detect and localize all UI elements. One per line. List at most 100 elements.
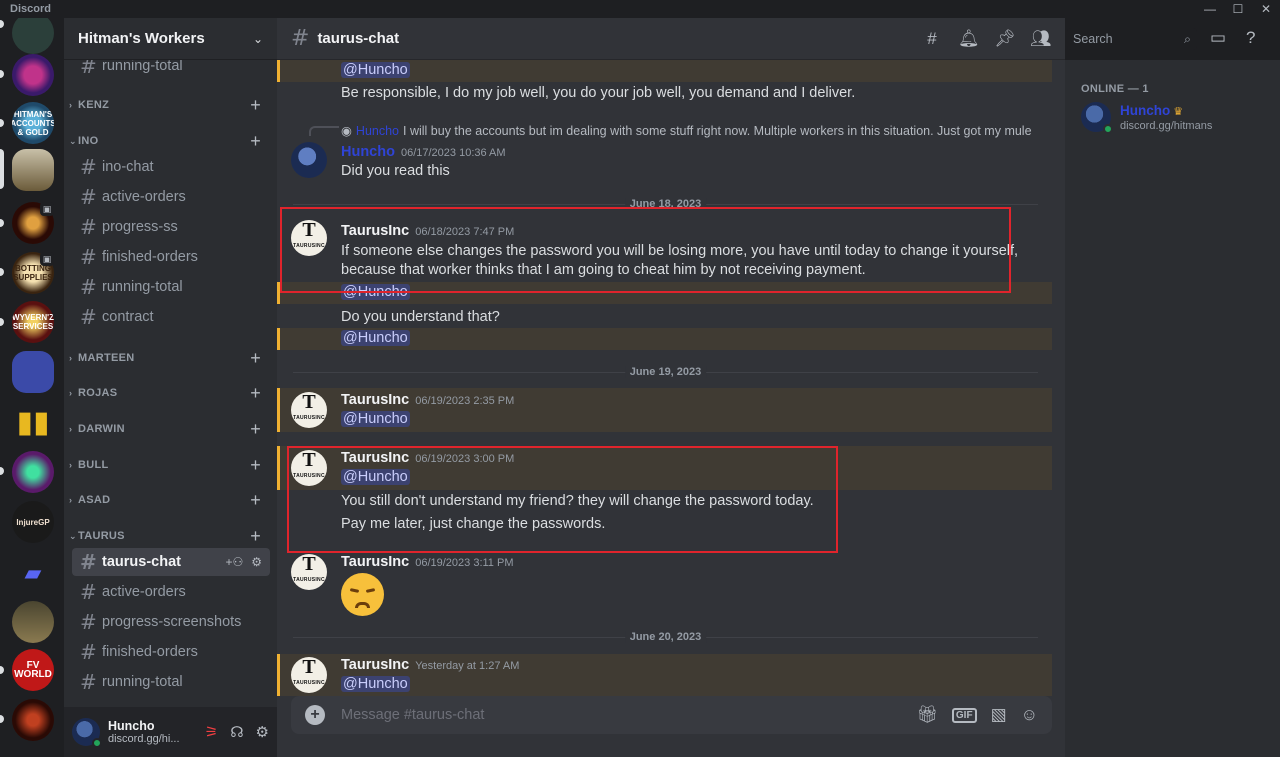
- channel-item[interactable]: # progress-ss: [72, 213, 270, 241]
- folder-icon[interactable]: ▰: [12, 551, 54, 593]
- unread-pill: [0, 20, 4, 28]
- unread-pill: [0, 219, 4, 227]
- server-icon-fv-world[interactable]: FV WORLD: [12, 649, 54, 691]
- avatar[interactable]: T TAURUSINC: [291, 554, 327, 590]
- help-icon[interactable]: ?: [1246, 28, 1255, 48]
- category-taurus[interactable]: ⌄ TAURUS +: [64, 526, 277, 546]
- server-icon-wyvernz[interactable]: WYVERN'Z SERVICES: [12, 301, 54, 343]
- pin-icon[interactable]: 📌︎: [994, 29, 1016, 49]
- add-channel-icon[interactable]: +: [250, 95, 261, 116]
- minimize-button[interactable]: —: [1196, 2, 1224, 16]
- gift-icon[interactable]: 🎁︎: [916, 705, 938, 725]
- message-author[interactable]: TaurusInc 06/19/2023 2:35 PM: [341, 392, 514, 408]
- user-mention[interactable]: @Huncho: [341, 330, 410, 346]
- message-input[interactable]: Message #taurus-chat: [341, 707, 902, 723]
- author-name: Huncho: [341, 144, 395, 160]
- category-asad[interactable]: › ASAD +: [64, 490, 277, 510]
- avatar[interactable]: T TAURUSINC: [291, 657, 327, 693]
- inbox-icon[interactable]: ▭: [1210, 28, 1226, 48]
- avatar: ◉: [341, 124, 352, 138]
- server-icon[interactable]: [12, 699, 54, 741]
- add-channel-icon[interactable]: +: [250, 419, 261, 440]
- emoji-icon[interactable]: ☺: [1021, 705, 1038, 725]
- user-panel: Huncho discord.gg/hi... ⚞ ☊ ⚙: [64, 707, 277, 757]
- member-name: Huncho: [1120, 103, 1171, 118]
- gear-icon[interactable]: ⚙: [256, 723, 269, 741]
- maximize-button[interactable]: ☐: [1224, 2, 1252, 16]
- server-icon[interactable]: [12, 54, 54, 96]
- server-icon-injuregp[interactable]: InjureGP: [12, 501, 54, 543]
- channel-item[interactable]: # finished-orders: [72, 638, 270, 666]
- close-button[interactable]: ✕: [1252, 2, 1280, 16]
- server-icon-gold[interactable]: ▮▮: [12, 401, 54, 443]
- timestamp: Yesterday at 1:27 AM: [415, 660, 520, 672]
- hash-icon: #: [291, 26, 310, 51]
- avatar[interactable]: T TAURUSINC: [291, 392, 327, 428]
- category-darwin[interactable]: › DARWIN +: [64, 419, 277, 439]
- message-author[interactable]: TaurusInc 06/19/2023 3:11 PM: [341, 554, 513, 570]
- channel-item[interactable]: # active-orders: [72, 578, 270, 606]
- channel-item[interactable]: # active-orders: [72, 183, 270, 211]
- channel-label: active-orders: [102, 584, 186, 600]
- server-icon[interactable]: [12, 18, 54, 54]
- member-status: discord.gg/hitmans: [1120, 120, 1213, 132]
- add-member-icon[interactable]: +⚇: [225, 555, 243, 569]
- bell-icon[interactable]: 🔔︎: [958, 29, 980, 49]
- gear-icon[interactable]: ⚙: [251, 555, 262, 569]
- avatar[interactable]: [291, 142, 327, 178]
- add-channel-icon[interactable]: +: [250, 131, 261, 152]
- server-icon[interactable]: [12, 451, 54, 493]
- reply-preview[interactable]: ◉ Huncho I will buy the accounts but im de…: [341, 123, 1032, 138]
- threads-icon[interactable]: #: [922, 29, 942, 49]
- headphones-icon[interactable]: ☊: [230, 723, 243, 741]
- channel-item[interactable]: # finished-orders: [72, 243, 270, 271]
- user-mention[interactable]: @Huncho: [341, 676, 410, 692]
- add-channel-icon[interactable]: +: [250, 490, 261, 511]
- category-ino[interactable]: ⌄ INO +: [64, 131, 277, 151]
- members-icon[interactable]: 👥︎: [1030, 29, 1052, 49]
- author-name: TaurusInc: [341, 392, 410, 408]
- server-icon[interactable]: [12, 601, 54, 643]
- category-kenz[interactable]: › KENZ +: [64, 95, 277, 115]
- channel-item-taurus-chat[interactable]: # taurus-chat +⚇ ⚙: [72, 548, 270, 576]
- message-author[interactable]: Huncho 06/17/2023 10:36 AM: [341, 144, 506, 160]
- add-channel-icon[interactable]: +: [250, 526, 261, 547]
- channel-label: running-total: [102, 60, 183, 74]
- server-icon-hitmans[interactable]: HITMAN'S ACCOUNTS & GOLD: [12, 102, 54, 144]
- add-channel-icon[interactable]: +: [250, 455, 261, 476]
- avatar[interactable]: [72, 718, 102, 748]
- user-mention[interactable]: @Huncho: [341, 411, 410, 427]
- author-name: TaurusInc: [341, 554, 410, 570]
- gif-button[interactable]: GIF: [951, 707, 977, 723]
- add-channel-icon[interactable]: +: [250, 348, 261, 369]
- channel-item[interactable]: # ino-chat: [72, 153, 270, 181]
- guild-header[interactable]: Hitman's Workers ⌄: [64, 18, 277, 60]
- unread-pill: [0, 666, 4, 674]
- channel-item[interactable]: # contract: [72, 303, 270, 331]
- channel-item[interactable]: # progress-screenshots: [72, 608, 270, 636]
- server-icon-active[interactable]: [12, 149, 54, 191]
- category-marteen[interactable]: › MARTEEN +: [64, 348, 277, 368]
- user-meta[interactable]: Huncho discord.gg/hi...: [108, 719, 205, 745]
- sticker-icon[interactable]: ▧: [991, 705, 1007, 725]
- disappointed-face-icon[interactable]: [341, 573, 384, 616]
- chevron-down-icon: ⌄: [252, 31, 263, 46]
- unread-pill: [0, 119, 4, 127]
- member-item[interactable]: Huncho ♛ discord.gg/hitmans: [1081, 102, 1213, 134]
- channel-item[interactable]: # running-total: [72, 273, 270, 301]
- timestamp: 06/17/2023 10:36 AM: [400, 147, 506, 159]
- user-mention[interactable]: @Huncho: [341, 62, 410, 78]
- add-attachment-icon[interactable]: +: [305, 705, 325, 725]
- search-input[interactable]: Search ⌕: [1067, 28, 1197, 50]
- hash-icon: #: [80, 580, 97, 604]
- message-author[interactable]: TaurusInc Yesterday at 1:27 AM: [341, 657, 519, 673]
- channel-item[interactable]: # running-total: [72, 668, 270, 696]
- date-label: June 20, 2023: [624, 631, 707, 643]
- category-rojas[interactable]: › ROJAS +: [64, 383, 277, 403]
- annotation-box: [287, 446, 838, 553]
- mic-muted-icon[interactable]: ⚞: [205, 723, 218, 741]
- category-bull[interactable]: › BULL +: [64, 455, 277, 475]
- server-folder[interactable]: [12, 351, 54, 393]
- add-channel-icon[interactable]: +: [250, 383, 261, 404]
- channel-item[interactable]: # running-total: [72, 60, 270, 80]
